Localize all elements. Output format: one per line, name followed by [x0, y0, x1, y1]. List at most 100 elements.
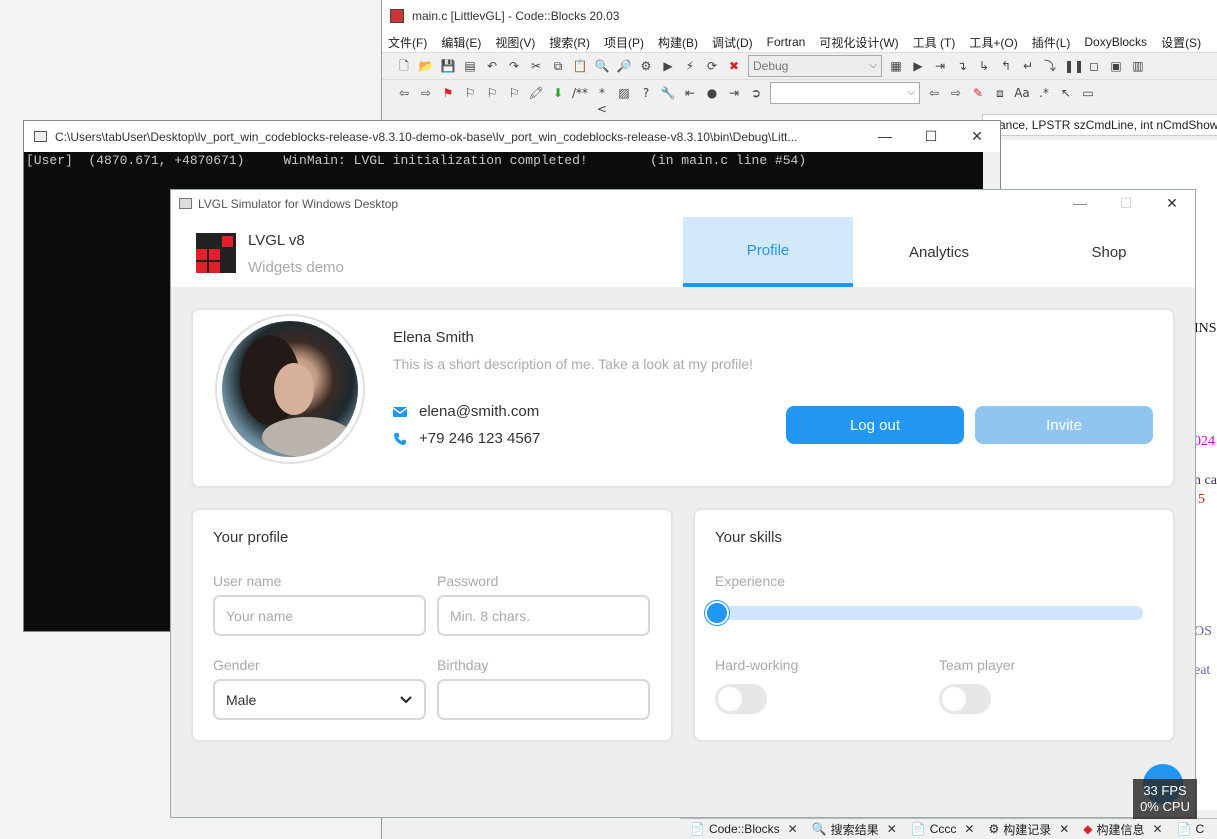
build-gear-icon[interactable]: ⚙ [638, 58, 654, 74]
search-forward-icon[interactable]: ⇨ [948, 85, 964, 101]
menu-file[interactable]: 文件(F) [388, 34, 427, 51]
code-fragment: eat [1194, 663, 1211, 678]
menu-view[interactable]: 视图(V) [495, 34, 535, 51]
tab-shop[interactable]: Shop [1024, 217, 1194, 287]
jump-icon[interactable]: ⬇ [550, 85, 566, 101]
step-instruction-icon[interactable]: ⤵ [1042, 58, 1058, 74]
bookmark-clear-icon[interactable]: ⚐ [506, 85, 522, 101]
cut-icon[interactable]: ✂ [528, 58, 544, 74]
highlight-icon[interactable]: 🖍 [528, 85, 544, 101]
comment-block-icon[interactable]: /** [572, 85, 588, 101]
pause-icon[interactable]: ❚❚ [1064, 58, 1084, 74]
abort-icon[interactable]: ✖ [726, 58, 742, 74]
menu-doxyblocks[interactable]: DoxyBlocks [1084, 35, 1147, 49]
undo-icon[interactable]: ↶ [484, 58, 500, 74]
run-icon[interactable]: ▶ [660, 58, 676, 74]
next-instruction-icon[interactable]: ↵ [1020, 58, 1036, 74]
close-icon[interactable]: ✕ [788, 822, 798, 836]
run-to-cursor-icon[interactable]: ⇥ [932, 58, 948, 74]
tab-search-results[interactable]: 🔍 搜索结果 ✕ [812, 821, 897, 838]
menu-plugins[interactable]: 插件(L) [1032, 34, 1071, 51]
regex-icon[interactable]: .* [1036, 85, 1052, 101]
next-icon[interactable]: ⇥ [726, 85, 742, 101]
select-cursor-icon[interactable]: ↖ [1058, 85, 1074, 101]
tab-build-messages[interactable]: ◆ 构建信息 ✕ [1083, 821, 1162, 838]
search-combo[interactable]: ⌵ [770, 82, 920, 104]
menu-visual-design[interactable]: 可视化设计(W) [819, 34, 898, 51]
close-icon[interactable]: ✕ [964, 822, 974, 836]
menu-tools-plus[interactable]: 工具+(O) [969, 34, 1017, 51]
step-out-icon[interactable]: ↰ [998, 58, 1014, 74]
step-into-icon[interactable]: ↳ [976, 58, 992, 74]
debug-run-icon[interactable]: ▶ [910, 58, 926, 74]
tab-cccc[interactable]: 📄 Cccc ✕ [911, 822, 975, 836]
help-icon[interactable]: ? [638, 85, 654, 101]
menu-project[interactable]: 项目(P) [604, 34, 644, 51]
password-input[interactable]: Min. 8 chars. [437, 595, 650, 636]
close-icon[interactable]: ✕ [1059, 822, 1069, 836]
tab-build-log[interactable]: ⚙ 构建记录 ✕ [988, 821, 1069, 838]
gender-dropdown[interactable]: Male [213, 679, 426, 720]
menu-fortran[interactable]: Fortran [767, 35, 806, 49]
logout-button[interactable]: Log out [786, 406, 964, 444]
save-all-icon[interactable]: ▤ [462, 58, 478, 74]
menu-tools[interactable]: 工具 (T) [913, 34, 956, 51]
invite-button[interactable]: Invite [975, 406, 1153, 444]
paste-icon[interactable]: 📋 [572, 58, 588, 74]
bookmark-prev-icon[interactable]: ⚐ [462, 85, 478, 101]
copy-icon[interactable]: ⧉ [550, 58, 566, 74]
menu-settings[interactable]: 设置(S) [1161, 34, 1201, 51]
menu-build[interactable]: 构建(B) [658, 34, 698, 51]
tab-analytics[interactable]: Analytics [854, 217, 1024, 287]
comment-line-icon[interactable]: *< [594, 85, 610, 116]
close-icon[interactable]: ✕ [1149, 188, 1195, 218]
forward-icon[interactable]: ⇨ [418, 85, 434, 101]
highlight-marker-icon[interactable]: ✎ [970, 85, 986, 101]
tab-codeblocks-log[interactable]: 📄 Code::Blocks ✕ [690, 822, 798, 836]
build-target-select[interactable]: Debug ⌵ [748, 55, 882, 77]
open-folder-icon[interactable]: 📂 [418, 58, 434, 74]
rebuild-icon[interactable]: ⟳ [704, 58, 720, 74]
hardworking-switch[interactable] [715, 684, 767, 714]
rect-icon[interactable]: ▭ [1080, 85, 1096, 101]
build-run-icon[interactable]: ⚡ [682, 58, 698, 74]
info-icon[interactable]: ▥ [1130, 58, 1146, 74]
menu-edit[interactable]: 编辑(E) [441, 34, 481, 51]
replace-icon[interactable]: 🔎 [616, 58, 632, 74]
teamplayer-switch[interactable] [939, 684, 991, 714]
stop-debug-icon[interactable]: ◻ [1086, 58, 1102, 74]
save-icon[interactable]: 💾 [440, 58, 456, 74]
search-back-icon[interactable]: ⇦ [926, 85, 942, 101]
experience-slider[interactable] [705, 601, 1143, 625]
close-icon[interactable]: ✕ [1153, 822, 1163, 836]
birthday-input[interactable] [437, 679, 650, 720]
maximize-icon[interactable]: ☐ [908, 121, 954, 151]
redo-icon[interactable]: ↷ [506, 58, 522, 74]
debug-windows-icon[interactable]: ▣ [1108, 58, 1124, 74]
close-icon[interactable]: ✕ [887, 822, 897, 836]
minimize-icon[interactable]: — [1057, 188, 1103, 218]
menu-debug[interactable]: 调试(D) [712, 34, 753, 51]
username-input[interactable]: Your name [213, 595, 426, 636]
back-icon[interactable]: ⇦ [396, 85, 412, 101]
close-icon[interactable]: ✕ [954, 121, 1000, 151]
doxy-html-icon[interactable]: ▨ [616, 85, 632, 101]
wrench-icon[interactable]: 🔧 [660, 85, 676, 101]
selected-text-icon[interactable]: ⧈ [992, 85, 1008, 101]
match-case-icon[interactable]: Aa [1014, 85, 1030, 101]
tab-profile[interactable]: Profile [683, 217, 853, 287]
dot-icon[interactable]: ● [704, 85, 720, 101]
prev-icon[interactable]: ⇤ [682, 85, 698, 101]
target-options-icon[interactable]: ▦ [888, 58, 904, 74]
arrow-label-icon[interactable]: ➲ [748, 85, 764, 101]
experience-slider-knob[interactable] [705, 601, 729, 625]
bookmark-toggle-icon[interactable]: ⚑ [440, 85, 456, 101]
bookmark-next-icon[interactable]: ⚐ [484, 85, 500, 101]
next-line-icon[interactable]: ↴ [954, 58, 970, 74]
minimize-icon[interactable]: — [862, 121, 908, 151]
tab-more[interactable]: 📄 C [1177, 822, 1205, 836]
new-file-icon[interactable]: 🗋 [396, 58, 412, 74]
menu-search[interactable]: 搜索(R) [549, 34, 590, 51]
find-icon[interactable]: 🔍 [594, 58, 610, 74]
maximize-icon[interactable]: ☐ [1103, 188, 1149, 218]
